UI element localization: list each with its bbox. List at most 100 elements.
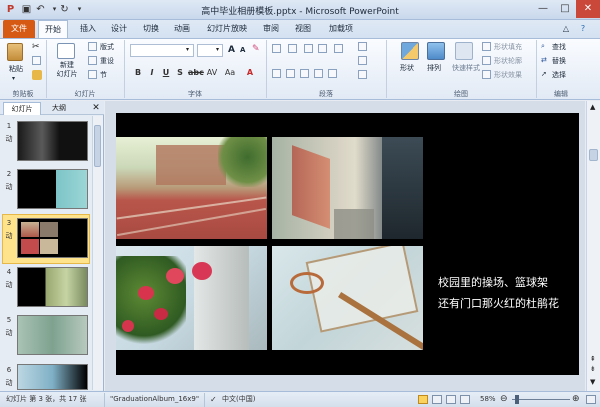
paste-button[interactable]: 粘贴 (5, 64, 27, 74)
quick-styles-button[interactable]: 快速样式 (452, 63, 480, 73)
scroll-down-icon[interactable]: ▼ (590, 378, 595, 386)
decrease-indent-icon[interactable] (304, 44, 313, 53)
section-icon[interactable] (88, 70, 97, 79)
hoop-photo[interactable] (272, 246, 423, 350)
shrink-font-icon[interactable]: A (240, 46, 245, 54)
shape-effects-icon[interactable] (482, 70, 491, 79)
tab-file[interactable]: 文件 (3, 20, 35, 38)
slide-thumbnail-2[interactable] (17, 169, 88, 209)
replace-button[interactable]: 替换 (552, 56, 566, 66)
reset-button[interactable]: 重设 (100, 56, 114, 66)
find-button[interactable]: 查找 (552, 42, 566, 52)
close-button[interactable]: ✕ (576, 0, 600, 18)
scrollbar-thumb[interactable] (94, 125, 101, 167)
arrange-button[interactable]: 排列 (427, 63, 441, 73)
font-size-combobox[interactable] (197, 44, 223, 57)
align-right-icon[interactable] (300, 69, 309, 78)
replace-icon[interactable]: ⇄ (541, 56, 547, 64)
numbering-icon[interactable] (288, 44, 297, 53)
reading-view-icon[interactable] (446, 395, 456, 404)
shape-outline-button[interactable]: 形状轮廓 (494, 56, 522, 66)
section-button[interactable]: 节 (100, 70, 107, 80)
slide-scrollbar[interactable]: ▲ ⇞ ⇟ ▼ (586, 101, 600, 391)
select-icon[interactable]: ➚ (541, 70, 547, 78)
new-slide-icon[interactable] (57, 43, 75, 59)
text-direction-icon[interactable] (358, 42, 367, 51)
grow-font-icon[interactable]: A (228, 45, 235, 55)
language-status[interactable]: 中文(中国) (222, 392, 255, 407)
slide-thumbnail-1[interactable] (17, 121, 88, 161)
slide-thumbnail-4[interactable] (17, 267, 88, 307)
tab-outline[interactable]: 大纲 (44, 102, 74, 115)
smartart-icon[interactable] (358, 70, 367, 79)
reset-icon[interactable] (88, 56, 97, 65)
cut-icon[interactable]: ✂ (32, 42, 42, 52)
zoom-level[interactable]: 58% (480, 392, 496, 407)
slide-thumbnail-6[interactable] (17, 364, 88, 390)
close-pane-icon[interactable]: ✕ (90, 102, 102, 115)
shape-outline-icon[interactable] (482, 56, 491, 65)
format-painter-icon[interactable] (32, 70, 42, 80)
scrollbar-thumb[interactable] (589, 149, 598, 161)
shape-effects-button[interactable]: 形状效果 (494, 70, 522, 80)
tab-animations[interactable]: 动画 (168, 20, 196, 38)
zoom-in-icon[interactable]: ⊕ (572, 392, 580, 407)
slide-caption-line2[interactable]: 还有门口那火红的杜鹃花 (438, 295, 559, 311)
justify-icon[interactable] (314, 69, 323, 78)
tab-addins[interactable]: 加载项 (323, 20, 359, 38)
underline-icon[interactable]: U (160, 68, 172, 77)
zoom-out-icon[interactable]: ⊖ (500, 392, 508, 407)
layout-button[interactable]: 版式 (100, 42, 114, 52)
fit-slide-icon[interactable] (586, 395, 596, 404)
layout-icon[interactable] (88, 42, 97, 51)
tab-slideshow[interactable]: 幻灯片放映 (201, 20, 253, 38)
prev-slide-icon[interactable]: ⇞ (590, 355, 596, 363)
track-photo[interactable] (116, 137, 267, 239)
tab-home[interactable]: 开始 (38, 20, 68, 38)
scroll-up-icon[interactable]: ▲ (590, 103, 595, 111)
zoom-slider-thumb[interactable] (515, 395, 519, 404)
zoom-slider[interactable] (512, 399, 570, 400)
spellcheck-icon[interactable]: ✓ (210, 392, 217, 407)
change-case-icon[interactable]: Aa (224, 68, 236, 77)
slide-canvas[interactable]: 校园里的操场、篮球架 还有门口那火红的杜鹃花 (116, 113, 579, 375)
paste-dropdown-icon[interactable]: ▾ (12, 75, 15, 82)
next-slide-icon[interactable]: ⇟ (590, 365, 596, 373)
font-name-combobox[interactable] (130, 44, 194, 57)
align-text-icon[interactable] (358, 56, 367, 65)
select-button[interactable]: 选择 (552, 70, 566, 80)
slideshow-icon[interactable] (460, 395, 470, 404)
slide-thumbnail-3[interactable] (17, 218, 88, 258)
normal-view-icon[interactable] (418, 395, 428, 404)
shape-fill-icon[interactable] (482, 42, 491, 51)
char-spacing-icon[interactable]: AV (206, 68, 218, 77)
bullets-icon[interactable] (272, 44, 281, 53)
chevron-down-icon[interactable]: ▾ (216, 46, 219, 53)
find-icon[interactable]: ⌕ (541, 42, 545, 51)
flowers-photo[interactable] (116, 246, 267, 350)
slide-thumbnail-5[interactable] (17, 315, 88, 355)
line-spacing-icon[interactable] (334, 44, 343, 53)
quick-styles-icon[interactable] (455, 42, 473, 60)
columns-icon[interactable] (328, 69, 337, 78)
tab-insert[interactable]: 插入 (74, 20, 102, 38)
minimize-ribbon-icon[interactable]: △ (560, 20, 572, 38)
tab-slides[interactable]: 幻灯片 (3, 102, 41, 115)
copy-icon[interactable] (32, 56, 41, 65)
help-icon[interactable]: ? (576, 20, 590, 38)
new-slide-button[interactable]: 新建 幻灯片 (52, 61, 82, 79)
tab-transitions[interactable]: 切换 (137, 20, 165, 38)
maximize-button[interactable]: □ (554, 0, 576, 18)
tab-view[interactable]: 视图 (289, 20, 317, 38)
paste-icon[interactable] (7, 43, 23, 61)
bold-icon[interactable]: B (132, 68, 144, 77)
slide-caption-line1[interactable]: 校园里的操场、篮球架 (438, 274, 548, 290)
corridor-photo[interactable] (272, 137, 423, 239)
chevron-down-icon[interactable]: ▾ (186, 46, 189, 53)
theme-status[interactable]: "GraduationAlbum_16x9" (110, 392, 199, 407)
increase-indent-icon[interactable] (318, 44, 327, 53)
strikethrough-icon[interactable]: abc (188, 68, 204, 77)
italic-icon[interactable]: I (146, 68, 158, 77)
slide-sorter-icon[interactable] (432, 395, 442, 404)
minimize-button[interactable]: — (532, 0, 554, 18)
